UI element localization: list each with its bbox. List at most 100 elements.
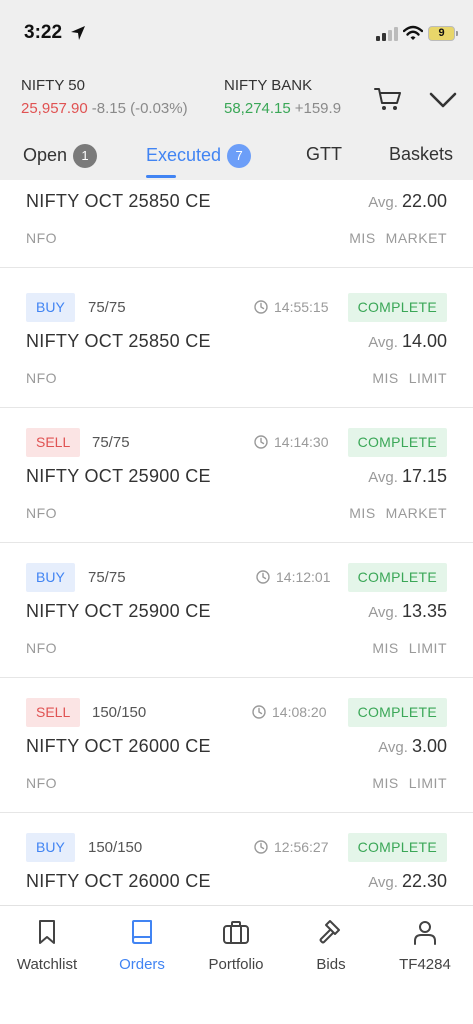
avg-value: 22.00 [401, 191, 447, 211]
nav-label: TF4284 [399, 956, 451, 973]
order-row[interactable]: SELL 150/150 14:08:20 COMPLETE NIFTY OCT… [0, 678, 473, 813]
status-badge: COMPLETE [347, 293, 447, 322]
order-type: MARKET [385, 505, 447, 521]
orders-list[interactable]: NIFTY OCT 25850 CE Avg. 22.00 NFO MIS MARK… [0, 180, 473, 905]
nav-label: Bids [316, 956, 346, 973]
average-price: Avg. 22.30 [368, 871, 447, 892]
nav-account[interactable]: TF4284 [378, 918, 472, 973]
time-value: 12:56:27 [274, 839, 329, 855]
chevron-down-icon[interactable] [428, 90, 458, 110]
tab-gtt[interactable]: GTT [306, 144, 342, 165]
side-badge-sell: SELL [26, 428, 81, 457]
average-price: Avg. 14.00 [368, 331, 447, 352]
time-value: 14:08:20 [272, 704, 327, 720]
product-type: MIS [372, 775, 399, 791]
status-bar: 3:22 9 [0, 0, 473, 64]
bottom-nav: Watchlist Orders Portfolio Bids TF4284 [0, 905, 473, 1024]
book-icon [132, 920, 152, 944]
product-type: MIS [349, 505, 376, 521]
order-meta: MIS LIMIT [372, 775, 447, 791]
avg-label: Avg. [368, 874, 398, 891]
avg-value: 22.30 [401, 871, 447, 891]
instrument-name: NIFTY OCT 26000 CE [26, 871, 211, 891]
tab-open[interactable]: Open 1 [23, 144, 98, 168]
avg-label: Avg. [368, 194, 398, 211]
order-row[interactable]: BUY 150/150 12:56:27 COMPLETE NIFTY OCT … [0, 813, 473, 905]
side-badge-buy: BUY [26, 833, 75, 862]
product-type: MIS [372, 370, 399, 386]
battery-level: 9 [438, 27, 445, 39]
order-time: 14:08:20 [252, 698, 327, 727]
avg-label: Avg. [368, 334, 398, 351]
exchange-label: NFO [26, 775, 58, 791]
order-row[interactable]: SELL 75/75 14:14:30 COMPLETE NIFTY OCT 2… [0, 408, 473, 543]
quantity: 75/75 [92, 434, 130, 451]
tab-label: Open [23, 145, 68, 165]
order-row[interactable]: NIFTY OCT 25850 CE Avg. 22.00 NFO MIS MARK… [0, 180, 473, 268]
tab-label: Executed [146, 145, 222, 165]
location-arrow-icon [71, 26, 85, 40]
clock-icon [252, 705, 266, 719]
index-ticker: NIFTY 50 25,957.90 -8.15 (-0.03%) NIFTY B… [0, 64, 473, 128]
side-badge-sell: SELL [26, 698, 81, 727]
wifi-icon [403, 25, 423, 40]
nav-label: Portfolio [208, 956, 264, 973]
index-nifty-bank[interactable]: NIFTY BANK 58,274.15 +159.9 [224, 77, 354, 117]
instrument-name: NIFTY OCT 25850 CE [26, 331, 211, 351]
instrument-name: NIFTY OCT 25850 CE [26, 191, 211, 211]
battery-indicator: 9 [428, 26, 458, 41]
nav-label: Orders [119, 956, 165, 973]
nav-orders[interactable]: Orders [95, 918, 189, 973]
avg-label: Avg. [368, 604, 398, 621]
exchange-label: NFO [26, 640, 58, 656]
index-change: +159.9 [294, 100, 342, 117]
order-type: LIMIT [408, 370, 447, 386]
side-badge-buy: BUY [26, 293, 75, 322]
order-time: 14:12:01 [256, 563, 331, 592]
average-price: Avg. 3.00 [378, 736, 447, 757]
tab-label: Baskets [389, 144, 454, 164]
product-type: MIS [372, 640, 399, 656]
quantity: 150/150 [92, 704, 147, 721]
tab-label: GTT [306, 144, 342, 164]
instrument-name: NIFTY OCT 26000 CE [26, 736, 211, 756]
quantity: 75/75 [88, 569, 126, 586]
nav-bids[interactable]: Bids [284, 918, 378, 973]
clock-icon [254, 840, 268, 854]
exchange-label: NFO [26, 230, 58, 246]
clock-icon [254, 435, 268, 449]
instrument-name: NIFTY OCT 25900 CE [26, 601, 211, 621]
quantity: 150/150 [88, 839, 143, 856]
order-meta: MIS LIMIT [372, 370, 447, 386]
order-type: MARKET [385, 230, 447, 246]
index-nifty-50[interactable]: NIFTY 50 25,957.90 -8.15 (-0.03%) [21, 77, 188, 117]
average-price: Avg. 22.00 [368, 191, 447, 212]
average-price: Avg. 17.15 [368, 466, 447, 487]
tab-count-badge: 1 [73, 144, 98, 168]
avg-value: 3.00 [411, 736, 447, 756]
order-meta: MIS MARKET [349, 230, 447, 246]
active-tab-indicator [146, 175, 176, 178]
order-tabs: Open 1 Executed 7 GTT Baskets [0, 128, 473, 180]
nav-watchlist[interactable]: Watchlist [0, 918, 94, 973]
order-type: LIMIT [408, 775, 447, 791]
cart-icon[interactable] [374, 86, 402, 112]
clock-icon [256, 570, 270, 584]
tab-baskets[interactable]: Baskets [389, 144, 453, 165]
index-name: NIFTY 50 [21, 77, 85, 94]
index-change: -8.15 (-0.03%) [91, 100, 188, 117]
side-badge-buy: BUY [26, 563, 75, 592]
order-row[interactable]: BUY 75/75 14:55:15 COMPLETE NIFTY OCT 25… [0, 273, 473, 408]
time-value: 14:55:15 [274, 299, 329, 315]
briefcase-icon [223, 921, 249, 944]
order-meta: MIS LIMIT [372, 640, 447, 656]
gavel-icon [319, 920, 340, 944]
tab-executed[interactable]: Executed 7 [146, 144, 252, 168]
avg-value: 17.15 [401, 466, 447, 486]
bookmark-icon [39, 920, 55, 944]
order-meta: MIS MARKET [349, 505, 447, 521]
clock-icon [254, 300, 268, 314]
index-price: 58,274.15 [224, 100, 291, 117]
nav-portfolio[interactable]: Portfolio [189, 918, 283, 973]
order-row[interactable]: BUY 75/75 14:12:01 COMPLETE NIFTY OCT 25… [0, 543, 473, 678]
